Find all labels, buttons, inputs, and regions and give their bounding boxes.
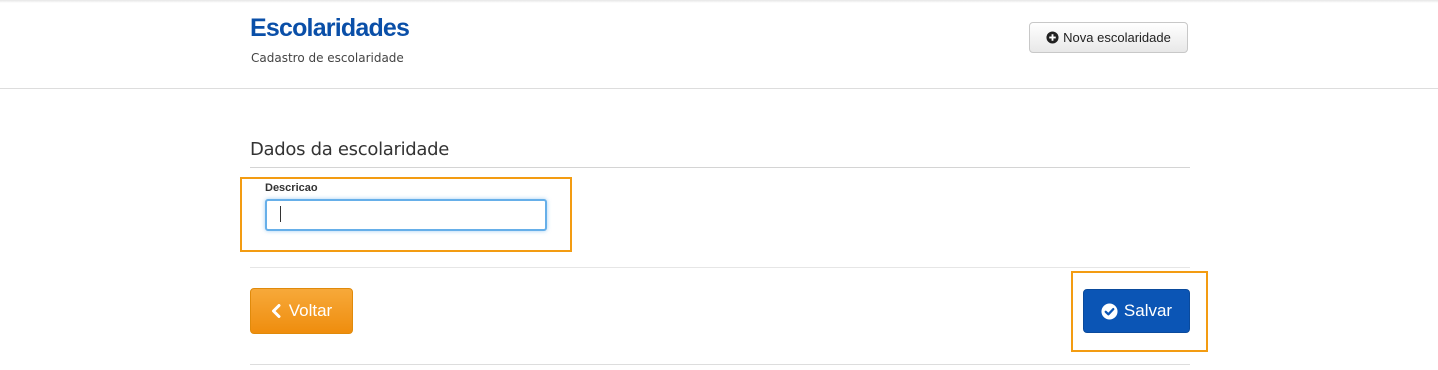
page-subtitle: Cadastro de escolaridade [251, 51, 404, 65]
page-title: Escolaridades [250, 14, 410, 42]
new-escolaridade-label: Nova escolaridade [1063, 30, 1171, 45]
descricao-input[interactable] [265, 199, 547, 231]
page-header: Escolaridades Cadastro de escolaridade N… [0, 0, 1438, 89]
save-button-label: Salvar [1123, 301, 1173, 320]
section-title: Dados da escolaridade [250, 139, 450, 160]
descricao-label: Descricao [265, 182, 318, 194]
text-caret [280, 206, 281, 222]
save-button[interactable]: Salvar [1083, 289, 1190, 333]
bottom-divider [250, 364, 1190, 365]
actions-divider [250, 267, 1190, 268]
plus-circle-icon [1046, 31, 1059, 44]
new-escolaridade-button[interactable]: Nova escolaridade [1029, 22, 1188, 53]
check-circle-icon [1101, 302, 1118, 320]
chevron-left-icon [271, 304, 281, 318]
back-button[interactable]: Voltar [250, 288, 353, 334]
page: Escolaridades Cadastro de escolaridade N… [0, 0, 1438, 370]
section-divider [250, 167, 1190, 168]
back-button-label: Voltar [288, 301, 333, 320]
